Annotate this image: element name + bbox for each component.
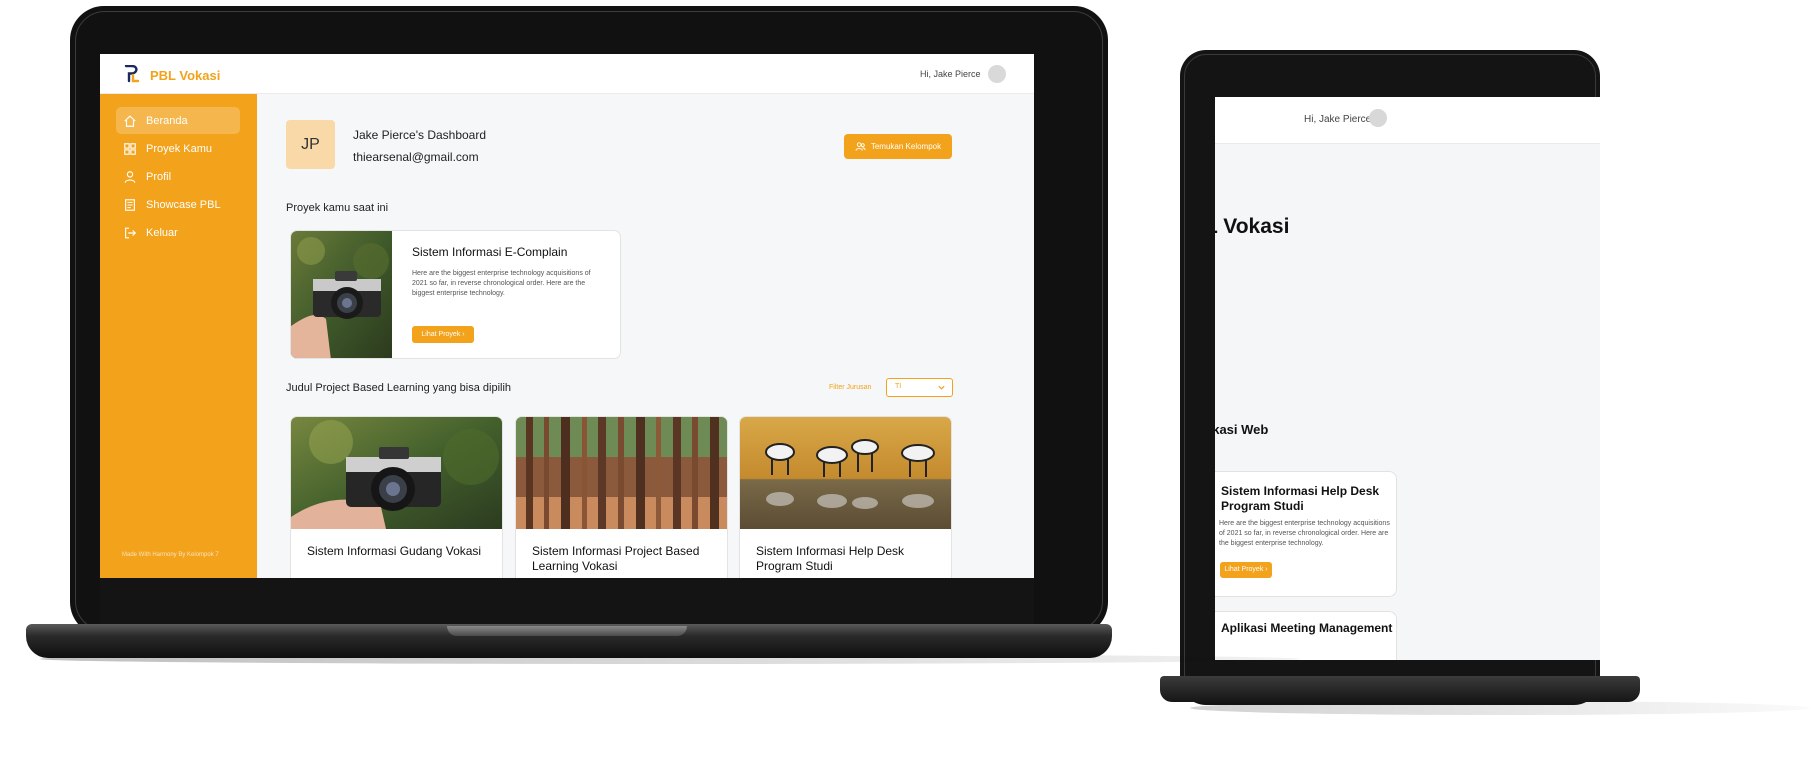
back-topbar: Hi, Jake Pierce	[1215, 97, 1600, 144]
logout-icon	[122, 225, 138, 241]
dashboard-title: Jake Pierce's Dashboard	[353, 128, 487, 142]
sidebar-item-profil[interactable]: Profil	[116, 163, 240, 190]
back-project-card-2[interactable]: Aplikasi Meeting Management	[1215, 611, 1397, 660]
back-brand-fragment: L Vokasi	[1215, 215, 1290, 238]
app-screen: PBL Vokasi Hi, Jake Pierce Beranda Proye…	[100, 54, 1034, 578]
sidebar-item-showcase[interactable]: Showcase PBL	[116, 191, 240, 218]
project-card-title: Sistem Informasi Gudang Vokasi	[307, 544, 482, 558]
user-greeting: Hi, Jake Pierce	[920, 69, 981, 79]
profile-initials: JP	[286, 120, 335, 169]
user-icon	[122, 169, 138, 185]
back-avatar[interactable]	[1369, 109, 1387, 127]
home-icon	[122, 113, 138, 129]
project-card-title: Sistem Informasi Project Based Learning …	[532, 544, 700, 573]
find-group-label: Temukan Kelompok	[870, 142, 942, 151]
brand-name[interactable]: PBL Vokasi	[150, 68, 220, 83]
sidebar-item-keluar[interactable]: Keluar	[116, 219, 240, 246]
sidebar-item-label: Proyek Kamu	[146, 142, 213, 155]
filter-major-select[interactable]: TI	[886, 378, 953, 397]
group-icon	[855, 142, 866, 151]
back-screen: Hi, Jake Pierce L Vokasi likasi Web Sist…	[1215, 97, 1600, 660]
sidebar-item-label: Keluar	[146, 226, 178, 239]
filter-label: Filter Jurusan	[829, 384, 872, 391]
project-card-title: Sistem Informasi Help Desk Program Studi	[756, 544, 905, 573]
sidebar-item-beranda[interactable]: Beranda	[116, 107, 240, 134]
avatar[interactable]	[988, 65, 1006, 83]
current-project-title: Sistem Informasi E-Complain	[412, 245, 568, 259]
filter-value: TI	[895, 383, 902, 390]
main-content: JP Jake Pierce's Dashboard thiearsenal@g…	[257, 94, 1034, 578]
current-project-description: Here are the biggest enterprise technolo…	[412, 270, 591, 297]
chevron-down-icon	[938, 385, 945, 390]
back-greeting: Hi, Jake Pierce	[1304, 114, 1372, 125]
camera-photo	[291, 231, 392, 358]
back-card2-title: Aplikasi Meeting Management	[1221, 621, 1393, 635]
sidebar-item-label: Showcase PBL	[146, 198, 221, 211]
current-project-heading: Proyek kamu saat ini	[286, 202, 389, 214]
back-section-title: likasi Web	[1215, 422, 1269, 437]
topbar: PBL Vokasi Hi, Jake Pierce	[100, 54, 1034, 94]
document-icon	[122, 197, 138, 213]
laptop-bezel	[100, 578, 1034, 628]
available-projects-heading: Judul Project Based Learning yang bisa d…	[286, 382, 512, 394]
zebra-photo	[740, 417, 951, 529]
sidebar-footer: Made With Harmony By Kelompok 7	[122, 552, 219, 558]
sidebar: Beranda Proyek Kamu Profil Showcase PBL …	[100, 94, 257, 578]
project-card[interactable]: Sistem Informasi Help Desk Program Studi	[739, 416, 952, 578]
logo-icon	[124, 65, 140, 83]
laptop-back-base	[1160, 676, 1640, 702]
project-card[interactable]: Sistem Informasi Project Based Learning …	[515, 416, 728, 578]
back-card-description: Here are the biggest enterprise technolo…	[1219, 520, 1390, 547]
sidebar-item-label: Beranda	[146, 114, 188, 127]
back-view-project-button[interactable]: Lihat Proyek ›	[1220, 562, 1272, 578]
grid-icon	[122, 141, 138, 157]
forest-photo	[516, 417, 727, 529]
project-card[interactable]: Sistem Informasi Gudang Vokasi	[290, 416, 503, 578]
user-email: thiearsenal@gmail.com	[353, 150, 479, 164]
camera-photo	[291, 417, 502, 529]
back-project-card[interactable]: Sistem Informasi Help Desk Program Studi…	[1215, 471, 1397, 597]
find-group-button[interactable]: Temukan Kelompok	[844, 134, 952, 159]
laptop-notch	[447, 626, 687, 636]
back-card-title: Sistem Informasi Help Desk Program Studi	[1221, 484, 1380, 513]
current-project-card[interactable]: Sistem Informasi E-Complain Here are the…	[290, 230, 621, 359]
sidebar-item-proyek-kamu[interactable]: Proyek Kamu	[116, 135, 240, 162]
sidebar-item-label: Profil	[146, 170, 172, 183]
view-project-button[interactable]: Lihat Proyek ›	[412, 326, 474, 343]
